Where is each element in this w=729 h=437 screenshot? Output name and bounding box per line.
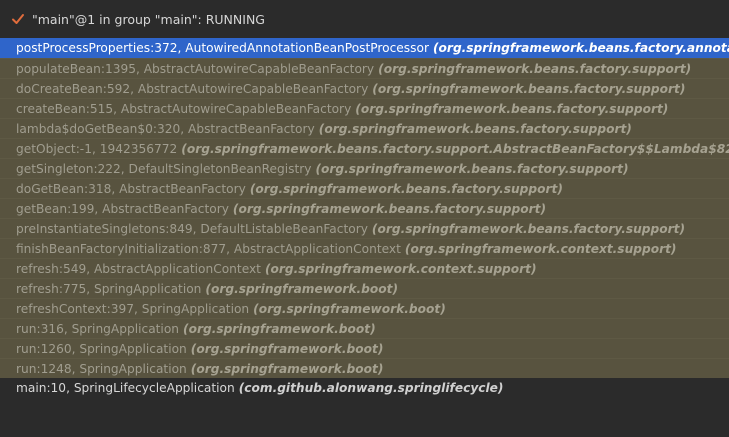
frame-location: run:316, SpringApplication — [16, 322, 180, 336]
frame-location: refresh:775, SpringApplication — [16, 282, 202, 296]
checkmark-icon — [10, 11, 26, 27]
frame-location: getSingleton:222, DefaultSingletonBeanRe… — [16, 162, 312, 176]
frame-package: (org.springframework.beans.factory.annot… — [432, 41, 729, 55]
stack-frame[interactable]: doCreateBean:592, AbstractAutowireCapabl… — [0, 78, 729, 98]
frame-package: (org.springframework.boot) — [190, 362, 384, 376]
frame-package: (org.springframework.context.support) — [404, 242, 677, 256]
frame-package: (org.springframework.context.support) — [264, 262, 537, 276]
frame-location: run:1260, SpringApplication — [16, 342, 187, 356]
frame-package: (org.springframework.boot) — [205, 282, 399, 296]
frame-location: finishBeanFactoryInitialization:877, Abs… — [16, 242, 401, 256]
stack-frame[interactable]: populateBean:1395, AbstractAutowireCapab… — [0, 58, 729, 78]
frame-package: (org.springframework.boot) — [190, 342, 384, 356]
stack-frame[interactable]: getObject:-1, 1942356772 (org.springframe… — [0, 138, 729, 158]
frame-package: (org.springframework.boot) — [253, 302, 446, 316]
thread-selector[interactable]: "main"@1 in group "main": RUNNING — [0, 0, 729, 39]
frame-location: createBean:515, AbstractAutowireCapableB… — [16, 102, 352, 116]
frame-location: run:1248, SpringApplication — [16, 362, 187, 376]
frame-package: (org.springframework.beans.factory.suppo… — [372, 82, 686, 96]
stack-frame[interactable]: refresh:775, SpringApplication (org.sprin… — [0, 278, 729, 298]
frame-location: populateBean:1395, AbstractAutowireCapab… — [16, 62, 375, 76]
frame-location: getObject:-1, 1942356772 — [16, 142, 178, 156]
stack-frame[interactable]: createBean:515, AbstractAutowireCapableB… — [0, 98, 729, 118]
frame-location: doGetBean:318, AbstractBeanFactory — [16, 182, 246, 196]
stack-frame[interactable]: getSingleton:222, DefaultSingletonBeanRe… — [0, 158, 729, 178]
stack-frame[interactable]: postProcessProperties:372, AutowiredAnno… — [0, 38, 729, 58]
frame-package: (org.springframework.beans.factory.suppo… — [181, 142, 729, 156]
frame-location: lambda$doGetBean$0:320, AbstractBeanFact… — [16, 122, 315, 136]
frame-package: (org.springframework.beans.factory.suppo… — [249, 182, 563, 196]
frame-location: refresh:549, AbstractApplicationContext — [16, 262, 261, 276]
stack-frame[interactable]: getBean:199, AbstractBeanFactory (org.spr… — [0, 198, 729, 218]
stack-frame[interactable]: doGetBean:318, AbstractBeanFactory (org.s… — [0, 178, 729, 198]
frame-package: (org.springframework.boot) — [183, 322, 376, 336]
frame-location: refreshContext:397, SpringApplication — [16, 302, 250, 316]
stack-frame[interactable]: main:10, SpringLifecycleApplication (com.… — [0, 378, 729, 398]
debugger-frames-panel: "main"@1 in group "main": RUNNING postPr… — [0, 0, 729, 437]
frame-package: (org.springframework.beans.factory.suppo… — [378, 62, 692, 76]
frame-location: doCreateBean:592, AbstractAutowireCapabl… — [16, 82, 369, 96]
stack-frame[interactable]: preInstantiateSingletons:849, DefaultLis… — [0, 218, 729, 238]
frame-package: (org.springframework.beans.factory.suppo… — [355, 102, 669, 116]
frame-location: postProcessProperties:372, AutowiredAnno… — [16, 41, 429, 55]
frame-location: main:10, SpringLifecycleApplication — [16, 381, 235, 395]
thread-label: "main"@1 in group "main": RUNNING — [32, 11, 265, 27]
frame-package: (org.springframework.beans.factory.suppo… — [318, 122, 632, 136]
stack-frame[interactable]: run:1260, SpringApplication (org.springfr… — [0, 338, 729, 358]
frame-package: (org.springframework.beans.factory.suppo… — [232, 202, 547, 216]
stack-frame[interactable]: lambda$doGetBean$0:320, AbstractBeanFact… — [0, 118, 729, 138]
stack-frame[interactable]: finishBeanFactoryInitialization:877, Abs… — [0, 238, 729, 258]
stack-frame[interactable]: run:316, SpringApplication (org.springfra… — [0, 318, 729, 338]
stack-frame[interactable]: refresh:549, AbstractApplicationContext(… — [0, 258, 729, 278]
frame-package: (org.springframework.beans.factory.suppo… — [371, 222, 686, 236]
stack-frames-list: postProcessProperties:372, AutowiredAnno… — [0, 38, 729, 398]
frame-location: getBean:199, AbstractBeanFactory — [16, 202, 229, 216]
stack-frame[interactable]: refreshContext:397, SpringApplication (or… — [0, 298, 729, 318]
frame-package: (org.springframework.beans.factory.suppo… — [315, 162, 629, 176]
frame-location: preInstantiateSingletons:849, DefaultLis… — [16, 222, 368, 236]
stack-frame[interactable]: run:1248, SpringApplication (org.springfr… — [0, 358, 729, 378]
frame-package: (com.github.alonwang.springlifecycle) — [238, 381, 504, 395]
